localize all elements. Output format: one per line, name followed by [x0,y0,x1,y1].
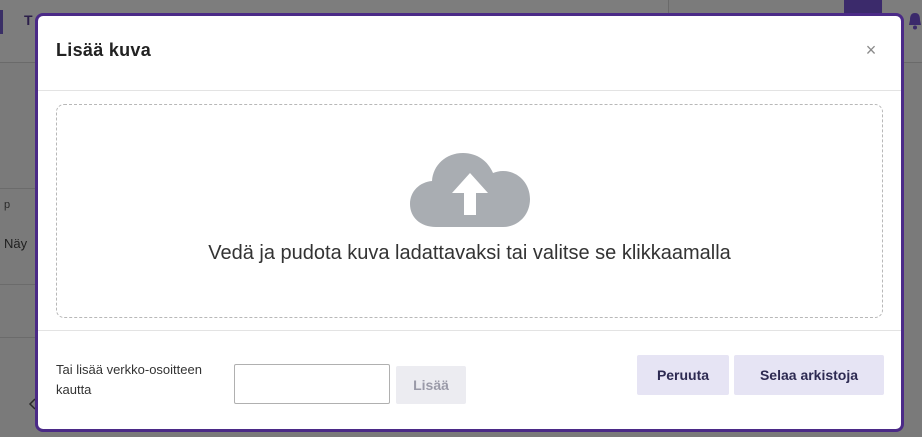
background-divider [0,284,36,285]
dropzone-instructions: Vedä ja pudota kuva ladattavaksi tai val… [208,242,731,264]
footer-divider [38,330,901,331]
background-divider [0,337,36,338]
bell-icon [909,13,921,30]
background-accent [0,10,3,34]
cancel-button[interactable]: Peruuta [637,355,729,395]
image-dropzone[interactable]: Vedä ja pudota kuva ladattavaksi tai val… [56,104,883,318]
add-url-button[interactable]: Lisää [396,366,466,404]
dialog-title: Lisää kuva [56,40,152,60]
background-side-label: Näy [4,236,28,251]
background-top-bar-text: T [24,12,33,28]
browse-archives-button[interactable]: Selaa arkistoja [734,355,884,395]
background-side-label: p [4,199,11,211]
cloud-upload-icon [410,153,530,227]
add-image-dialog: Lisää kuva × Vedä ja pudota kuva ladatta… [35,13,904,432]
url-label: Tai lisää verkko-osoitteen kautta [56,362,202,397]
close-icon[interactable]: × [863,41,879,59]
dialog-header: Lisää kuva × [38,16,901,91]
background-divider [0,188,36,189]
image-url-input[interactable] [234,364,390,404]
